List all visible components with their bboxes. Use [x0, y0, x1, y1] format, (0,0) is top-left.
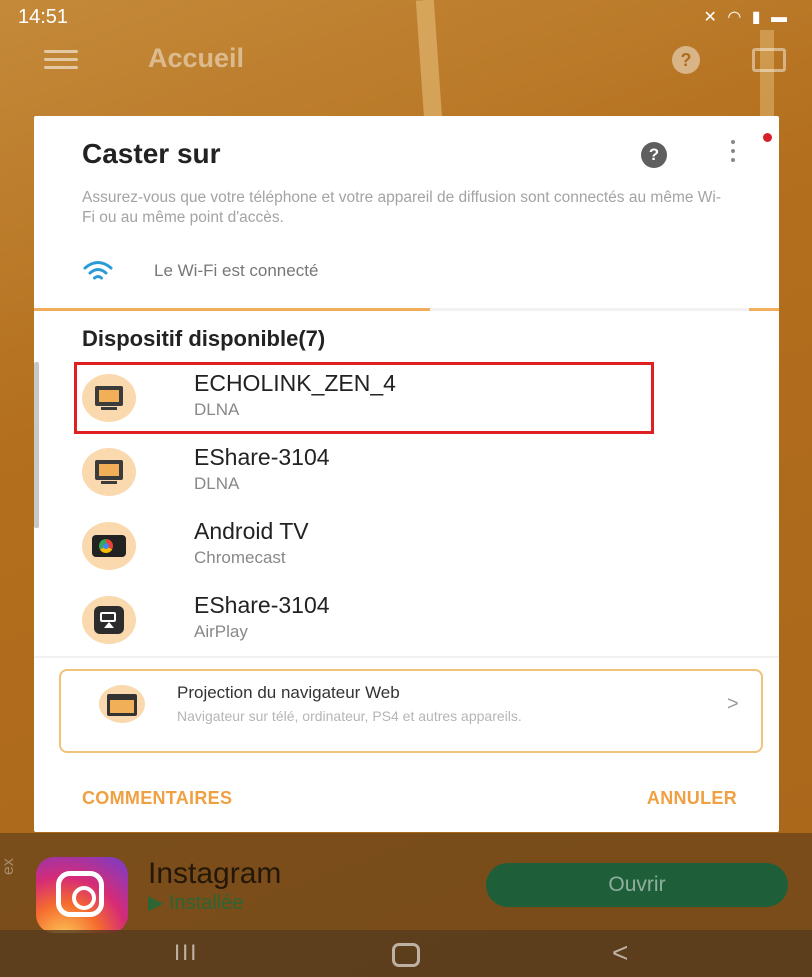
app-title: Accueil [148, 43, 245, 73]
dialog-description: Assurez-vous que votre téléphone et votr… [82, 189, 722, 226]
app-bar: Accueil ? [0, 40, 812, 84]
signal-icon: ▮ [751, 9, 764, 26]
device-type: DLNA [194, 474, 240, 493]
divider [34, 656, 779, 658]
device-item-eshare-dlna[interactable]: EShare-3104 DLNA [74, 436, 654, 508]
section-title: Dispositif disponible(7) [82, 326, 326, 351]
device-type: Chromecast [194, 548, 286, 567]
device-type: DLNA [194, 400, 240, 419]
device-name: Android TV [194, 518, 309, 544]
device-item-android-tv[interactable]: Android TV Chromecast [74, 510, 654, 582]
instagram-logo-icon[interactable] [36, 857, 128, 933]
cast-icon[interactable] [752, 48, 786, 72]
device-list: ECHOLINK_ZEN_4 DLNA EShare-3104 DLNA And… [74, 362, 764, 658]
browser-projection-description: Navigateur sur télé, ordinateur, PS4 et … [177, 708, 522, 724]
help-icon[interactable]: ? [672, 46, 700, 74]
monitor-icon [82, 448, 136, 496]
device-name: EShare-3104 [194, 444, 330, 470]
browser-projection-title: Projection du navigateur Web [177, 683, 400, 702]
scrollbar[interactable] [34, 362, 39, 528]
home-button[interactable] [392, 943, 420, 967]
ad-side-tag: ex [0, 858, 17, 875]
back-button[interactable]: < [612, 937, 628, 969]
cancel-button[interactable]: ANNULER [647, 788, 737, 809]
chevron-right-icon: > [727, 693, 739, 715]
wifi-status-label: Le Wi-Fi est connecté [154, 261, 319, 280]
wifi-icon [83, 261, 113, 280]
status-time: 14:51 [18, 6, 69, 28]
nav-bar: III < [0, 930, 812, 977]
notification-dot [763, 133, 772, 142]
ad-install-status-text: Installée [168, 892, 244, 914]
device-type: AirPlay [194, 622, 248, 641]
open-app-button[interactable]: Ouvrir [486, 863, 788, 907]
battery-icon: ▬ [771, 9, 790, 26]
progress-divider [34, 307, 779, 311]
hamburger-menu-icon[interactable] [44, 50, 78, 70]
airplay-icon [82, 596, 136, 644]
device-name: ECHOLINK_ZEN_4 [194, 370, 396, 396]
help-icon[interactable]: ? [641, 142, 667, 168]
device-name: EShare-3104 [194, 592, 330, 618]
monitor-icon [82, 374, 136, 422]
ad-app-name: Instagram [148, 857, 282, 890]
ad-install-status: ▶ Installée [148, 890, 243, 915]
browser-cast-icon [99, 685, 145, 723]
wifi-icon: ◠ [727, 9, 745, 26]
browser-projection-card[interactable]: Projection du navigateur Web Navigateur … [59, 669, 763, 753]
dialog-title: Caster sur [82, 138, 221, 169]
status-bar: 14:51 ✕ ◠ ▮ ▬ [0, 0, 812, 34]
recents-button[interactable]: III [174, 940, 198, 966]
play-store-icon: ▶ [148, 892, 164, 914]
more-options-icon[interactable] [729, 140, 737, 170]
ad-banner: ex Instagram ▶ Installée Ouvrir [0, 833, 812, 933]
status-icons: ✕ ◠ ▮ ▬ [703, 7, 790, 27]
feedback-button[interactable]: COMMENTAIRES [82, 788, 232, 809]
mute-icon: ✕ [703, 9, 720, 26]
chromecast-icon [82, 522, 136, 570]
device-item-eshare-airplay[interactable]: EShare-3104 AirPlay [74, 584, 654, 656]
cast-dialog: Caster sur ? Assurez-vous que votre télé… [34, 116, 779, 832]
device-item-echolink[interactable]: ECHOLINK_ZEN_4 DLNA [74, 362, 654, 434]
